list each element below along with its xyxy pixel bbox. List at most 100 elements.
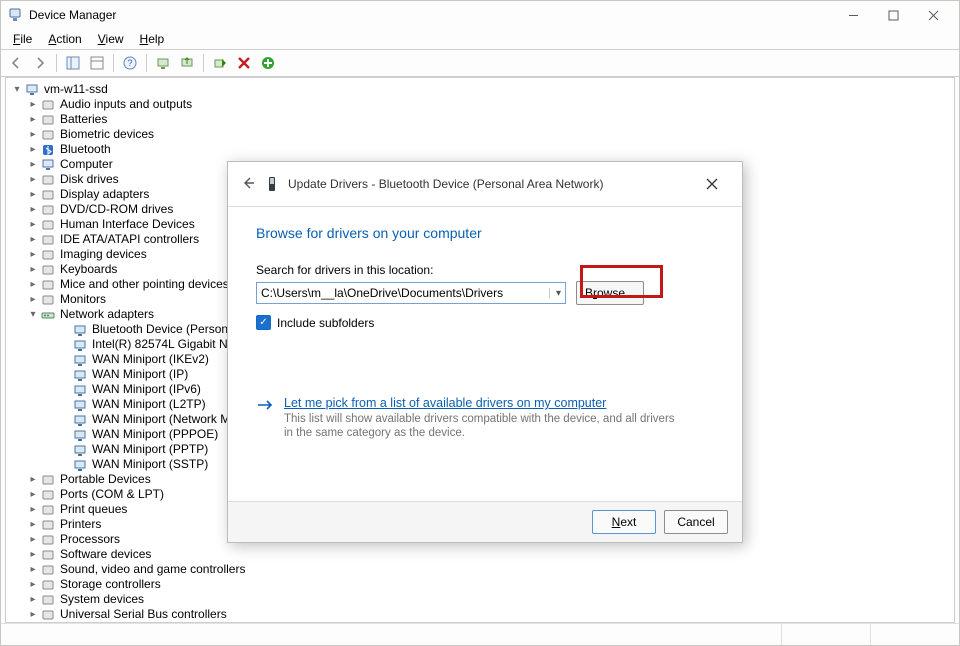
browse-button[interactable]: Browse... (576, 281, 644, 305)
tree-category-label: Storage controllers (60, 577, 161, 592)
tree-category-label: Print queues (60, 502, 127, 517)
tree-category-label: Display adapters (60, 187, 149, 202)
expander-icon[interactable]: ▸ (26, 217, 40, 232)
update-driver-icon[interactable] (176, 52, 198, 74)
properties-icon[interactable] (86, 52, 108, 74)
tree-category-label: Software devices (60, 547, 151, 562)
expander-icon[interactable]: ▸ (26, 187, 40, 202)
tree-root[interactable]: ▾vm-w11-ssd (10, 82, 954, 97)
tree-category-label: Batteries (60, 112, 107, 127)
expander-icon[interactable]: ▸ (26, 547, 40, 562)
tree-category-label: Audio inputs and outputs (60, 97, 192, 112)
tree-category-label: System devices (60, 592, 144, 607)
expander-icon[interactable]: ▸ (26, 97, 40, 112)
category-icon (40, 188, 56, 202)
status-seg-1 (781, 624, 870, 645)
category-icon (40, 473, 56, 487)
close-button[interactable] (913, 1, 953, 29)
maximize-button[interactable] (873, 1, 913, 29)
dialog-footer: Next Cancel (228, 501, 742, 542)
cancel-button[interactable]: Cancel (664, 510, 728, 534)
enable-device-icon[interactable] (209, 52, 231, 74)
expander-icon[interactable]: ▸ (26, 127, 40, 142)
titlebar: Device Manager (1, 1, 959, 29)
expander-icon[interactable]: ▸ (26, 472, 40, 487)
tree-category[interactable]: ▸ Software devices (10, 547, 954, 562)
expander-icon[interactable]: ▸ (26, 517, 40, 532)
tree-category-label: Bluetooth (60, 142, 111, 157)
device-icon (72, 443, 88, 457)
expander-icon[interactable]: ▸ (26, 562, 40, 577)
expander-icon[interactable]: ▸ (26, 487, 40, 502)
device-icon (264, 176, 280, 192)
tree-device-label: WAN Miniport (IP) (92, 367, 188, 382)
menubar: File Action View Help (1, 29, 959, 49)
expander-icon[interactable]: ▸ (26, 577, 40, 592)
tree-category[interactable]: ▸ Audio inputs and outputs (10, 97, 954, 112)
nav-forward-icon[interactable] (29, 52, 51, 74)
menu-help[interactable]: Help (132, 32, 173, 46)
driver-path-combo[interactable]: C:\Users\m__la\OneDrive\Documents\Driver… (256, 282, 566, 304)
device-icon (72, 383, 88, 397)
category-icon (40, 263, 56, 277)
tree-category-label: Network adapters (60, 307, 154, 322)
tree-category-label: Printers (60, 517, 101, 532)
menu-action[interactable]: Action (40, 32, 89, 46)
category-icon (40, 248, 56, 262)
tree-category[interactable]: ▸ Bluetooth (10, 142, 954, 157)
tree-device-label: WAN Miniport (L2TP) (92, 397, 206, 412)
back-button[interactable] (240, 175, 264, 194)
device-icon (72, 353, 88, 367)
toolbar: ? (1, 49, 959, 77)
expander-icon[interactable]: ▸ (26, 592, 40, 607)
expander-icon[interactable]: ▸ (26, 262, 40, 277)
uninstall-device-icon[interactable] (233, 52, 255, 74)
expander-icon[interactable]: ▸ (26, 292, 40, 307)
expander-icon[interactable]: ▸ (26, 607, 40, 622)
tree-category[interactable]: ▸ Universal Serial Bus controllers (10, 607, 954, 622)
driver-path-value: C:\Users\m__la\OneDrive\Documents\Driver… (261, 286, 503, 300)
expander-icon[interactable]: ▸ (26, 532, 40, 547)
scan-hardware-icon[interactable] (152, 52, 174, 74)
expander-icon[interactable]: ▸ (26, 112, 40, 127)
category-icon (40, 548, 56, 562)
category-icon (40, 578, 56, 592)
expander-icon[interactable]: ▸ (26, 502, 40, 517)
svg-text:?: ? (127, 58, 132, 68)
tree-category-label: Sound, video and game controllers (60, 562, 245, 577)
tree-category[interactable]: ▸ Sound, video and game controllers (10, 562, 954, 577)
tree-category[interactable]: ▸ Storage controllers (10, 577, 954, 592)
chevron-down-icon[interactable]: ▾ (549, 288, 561, 299)
tree-category[interactable]: ▸ System devices (10, 592, 954, 607)
expander-icon[interactable]: ▸ (26, 142, 40, 157)
include-subfolders-checkbox[interactable]: ✓ (256, 315, 271, 330)
category-icon (40, 128, 56, 142)
menu-file[interactable]: File (5, 32, 40, 46)
category-icon (40, 158, 56, 172)
minimize-button[interactable] (833, 1, 873, 29)
expander-icon[interactable]: ▸ (26, 157, 40, 172)
expander-icon[interactable]: ▾ (26, 307, 40, 322)
tree-category[interactable]: ▸ Batteries (10, 112, 954, 127)
menu-view[interactable]: View (90, 32, 132, 46)
category-icon (40, 218, 56, 232)
expander-icon[interactable]: ▸ (26, 277, 40, 292)
nav-back-icon[interactable] (5, 52, 27, 74)
expander-icon[interactable]: ▸ (26, 232, 40, 247)
tree-category[interactable]: ▸Biometric devices (10, 127, 954, 142)
category-icon (40, 563, 56, 577)
category-icon (40, 113, 56, 127)
dialog-close-button[interactable] (694, 178, 730, 190)
device-icon (72, 398, 88, 412)
expander-icon[interactable]: ▸ (26, 202, 40, 217)
expander-icon[interactable]: ▸ (26, 172, 40, 187)
help-icon[interactable]: ? (119, 52, 141, 74)
app-icon (7, 7, 23, 23)
next-button[interactable]: Next (592, 510, 656, 534)
tree-device-label: WAN Miniport (SSTP) (92, 457, 208, 472)
pick-driver-link[interactable]: Let me pick from a list of available dri… (284, 396, 606, 410)
show-hide-tree-icon[interactable] (62, 52, 84, 74)
expander-icon[interactable]: ▸ (26, 247, 40, 262)
tree-category-label: Universal Serial Bus controllers (60, 607, 227, 622)
add-legacy-icon[interactable] (257, 52, 279, 74)
